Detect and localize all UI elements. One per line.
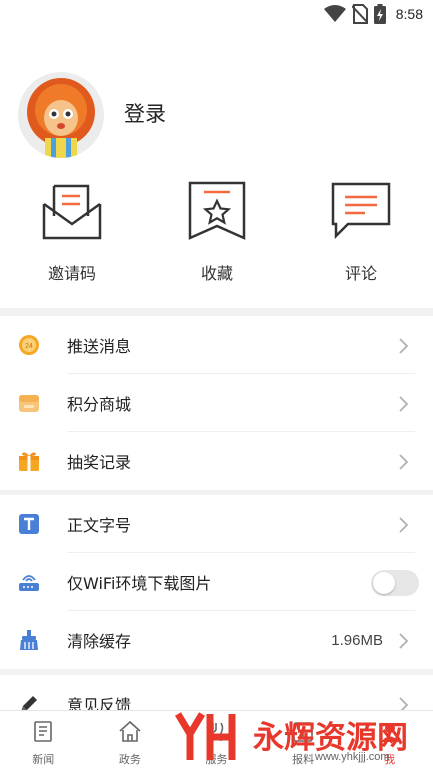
text-size-icon (19, 514, 39, 534)
comment-icon (331, 182, 391, 240)
cache-size-value: 1.96MB (331, 631, 383, 649)
chevron-right-icon (399, 633, 408, 649)
gift-icon (19, 452, 39, 471)
status-bar: 8:58 (0, 0, 433, 30)
invite-code-label: 邀请码 (47, 264, 96, 283)
watermark-url: www.yhkjjj.com (314, 751, 390, 763)
menu-item-points-mall[interactable]: 积分商城 (0, 374, 433, 432)
menu-item-label: 仅WiFi环境下载图片 (67, 574, 212, 593)
profile-section: 登录 邀请码 收藏 评论 (0, 30, 433, 308)
menu-group-1: 24 推送消息 积分商城 抽奖记录 (0, 316, 433, 490)
router-icon (19, 575, 39, 591)
chevron-right-icon (399, 454, 408, 470)
watermark: 永辉资源网 www.yhkjjj.com (170, 710, 420, 765)
tab-government[interactable]: 政务 (87, 711, 174, 769)
menu-item-label: 正文字号 (67, 516, 132, 535)
push-24-icon: 24 (19, 335, 39, 355)
menu-item-label: 清除缓存 (67, 632, 132, 651)
government-icon (119, 720, 141, 742)
invite-code-button[interactable]: 邀请码 (17, 180, 127, 284)
news-icon (34, 721, 53, 742)
chevron-right-icon (399, 338, 408, 354)
status-time: 8:58 (395, 6, 423, 22)
menu-item-clear-cache[interactable]: 清除缓存 1.96MB (0, 611, 433, 669)
menu-item-label: 积分商城 (67, 395, 132, 414)
bookmark-star-icon (188, 181, 246, 240)
menu-item-wifi-only-images: 仅WiFi环境下载图片 (0, 553, 433, 611)
favorites-label: 收藏 (200, 264, 233, 283)
menu-item-lottery-records[interactable]: 抽奖记录 (0, 432, 433, 490)
tab-news[interactable]: 新闻 (0, 711, 87, 769)
broom-icon (20, 630, 38, 650)
mall-icon (19, 395, 39, 412)
avatar[interactable] (18, 72, 104, 158)
lion-mascot-icon (27, 78, 95, 158)
envelope-icon (42, 184, 102, 240)
menu-item-label: 推送消息 (67, 337, 132, 356)
comments-label: 评论 (344, 264, 377, 283)
toggle-knob (373, 572, 395, 594)
favorites-button[interactable]: 收藏 (162, 180, 272, 284)
tab-label: 新闻 (32, 753, 55, 766)
watermark-logo: 永辉资源网 www.yhkjjj.com (174, 712, 408, 763)
no-sim-icon (351, 4, 368, 24)
menu-item-label: 抽奖记录 (67, 453, 132, 472)
comments-button[interactable]: 评论 (306, 180, 416, 284)
wifi-only-toggle[interactable] (371, 570, 419, 596)
chevron-right-icon (399, 517, 408, 533)
svg-text:24: 24 (25, 343, 33, 350)
chevron-right-icon (399, 396, 408, 412)
login-link[interactable]: 登录 (124, 98, 166, 128)
menu-item-push-messages[interactable]: 24 推送消息 (0, 316, 433, 374)
battery-charging-icon (373, 4, 386, 24)
tab-label: 政务 (118, 753, 141, 766)
wifi-icon (323, 5, 346, 22)
menu-item-font-size[interactable]: 正文字号 (0, 495, 433, 553)
menu-group-2: 正文字号 仅WiFi环境下载图片 清除缓存 1.96MB (0, 495, 433, 669)
